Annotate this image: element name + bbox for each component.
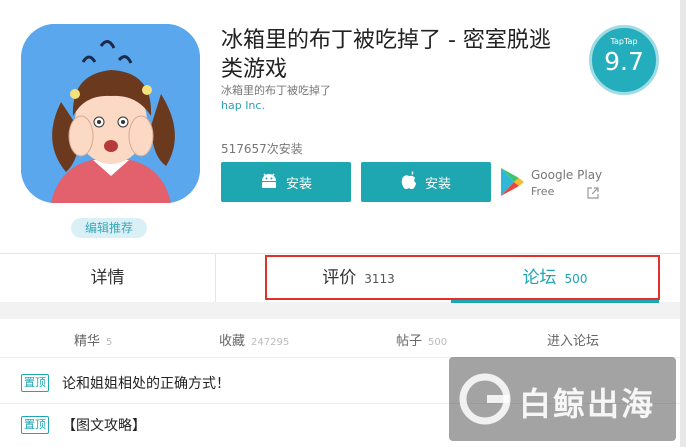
google-play-icon [500, 167, 524, 201]
android-install-label: 安装 [285, 176, 312, 192]
stat-favorites[interactable]: 收藏 247295 [219, 330, 289, 349]
editor-recommended-badge: 编辑推荐 [71, 218, 147, 238]
app-subtitle: 冰箱里的布丁被吃掉了 [221, 84, 331, 97]
page-scrollbar[interactable] [680, 0, 686, 447]
install-count: 517657次安装 [221, 142, 303, 156]
pinned-badge: 置顶 [21, 416, 49, 434]
stat-posts-count: 500 [428, 337, 448, 348]
tab-forum-label: 论坛 [522, 268, 557, 288]
google-play-link[interactable]: Google Play Free [500, 165, 610, 201]
app-title: 冰箱里的布丁被吃掉了 - 密室脱逃类游戏 [221, 28, 551, 82]
android-icon [260, 172, 278, 192]
tab-details[interactable]: 详情 [0, 254, 216, 302]
stat-featured-count: 5 [106, 337, 113, 348]
stat-favorites-count: 247295 [251, 337, 290, 348]
google-play-price: Free [531, 185, 555, 198]
watermark: 白鲸出海 [449, 357, 676, 441]
pinned-badge: 置顶 [21, 374, 49, 392]
tab-forum[interactable]: 论坛 500 [451, 254, 659, 303]
rating-score-badge: TapTap 9.7 [589, 25, 659, 95]
app-info-card: 编辑推荐 冰箱里的布丁被吃掉了 - 密室脱逃类游戏 冰箱里的布丁被吃掉了 hap… [0, 0, 680, 303]
post-title[interactable]: 论和姐姐相处的正确方式！ [62, 373, 230, 393]
developer-link[interactable]: hap Inc. [221, 99, 265, 112]
score-value: 9.7 [604, 47, 644, 76]
post-title[interactable]: 【图文攻略】 [62, 415, 146, 435]
stat-posts-label: 帖子 [396, 334, 423, 349]
apple-install-label: 安装 [424, 176, 451, 192]
tab-reviews-count: 3113 [364, 272, 395, 286]
forum-stats-bar: 精华 5 收藏 247295 帖子 500 进入论坛 [0, 319, 686, 358]
tab-details-label: 详情 [90, 268, 125, 288]
app-icon[interactable] [21, 24, 200, 203]
tab-reviews-label: 评价 [322, 268, 357, 288]
tab-reviews[interactable]: 评价 3113 [267, 254, 450, 302]
android-install-button[interactable]: 安装 [221, 162, 351, 202]
stat-favorites-label: 收藏 [219, 334, 246, 349]
google-play-name: Google Play [531, 168, 603, 182]
tab-forum-count: 500 [564, 272, 588, 286]
watermark-text: 白鲸出海 [519, 385, 656, 423]
stat-featured[interactable]: 精华 5 [74, 330, 112, 349]
stat-posts[interactable]: 帖子 500 [396, 330, 447, 349]
apple-icon [401, 171, 417, 193]
stat-featured-label: 精华 [74, 334, 101, 349]
watermark-logo-icon [457, 371, 513, 431]
content-tabs: 详情 评价 3113 论坛 500 [0, 253, 680, 303]
enter-forum-link[interactable]: 进入论坛 [547, 330, 599, 349]
apple-install-button[interactable]: 安装 [361, 162, 491, 202]
score-brand: TapTap [610, 37, 638, 46]
external-link-icon [587, 184, 599, 203]
